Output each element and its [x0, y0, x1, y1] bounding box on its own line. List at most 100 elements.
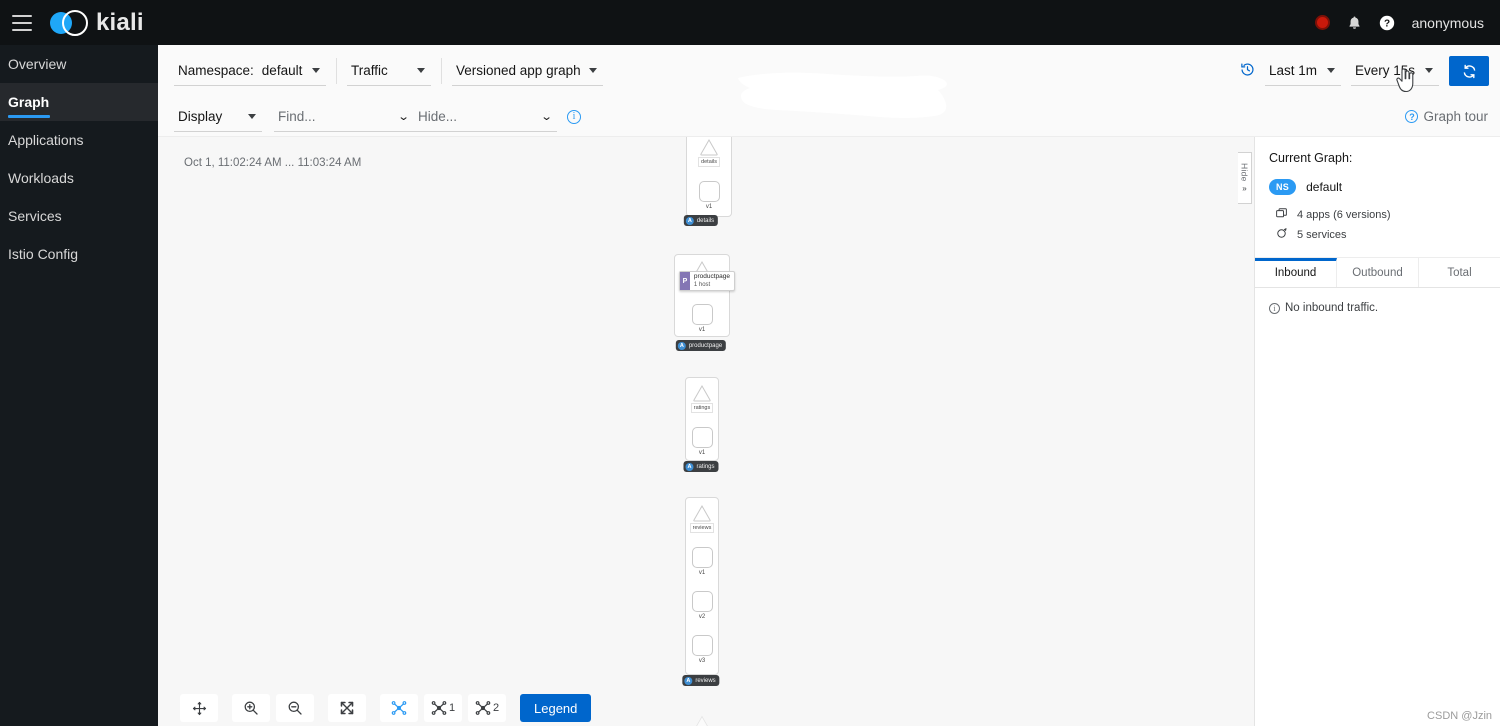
layout-default-icon[interactable] — [380, 694, 418, 722]
chevron-down-icon: ⌄ — [397, 110, 410, 123]
sidebar-nav: Overview Graph Applications Workloads Se… — [0, 45, 158, 726]
kiali-logo-icon — [50, 8, 88, 38]
node-badge-productpage[interactable]: A productpage — [675, 340, 727, 351]
version-box[interactable] — [691, 547, 713, 568]
divider — [441, 58, 442, 84]
zoom-in-icon[interactable] — [232, 694, 270, 722]
tooltip-line-2: 1 host — [693, 282, 711, 288]
graph-toolbar-primary: Namespace: default Traffic Versioned app… — [158, 45, 1500, 97]
version-box[interactable] — [691, 427, 713, 448]
layout-1-icon[interactable]: 1 — [424, 694, 462, 722]
sidebar-item-label: Workloads — [8, 170, 74, 186]
layout-1-count: 1 — [448, 702, 456, 714]
display-select[interactable]: Display — [174, 102, 262, 132]
apps-text: 4 apps (6 versions) — [1297, 209, 1391, 221]
graph-canvas[interactable]: Oct 1, 11:02:24 AM ... 11:03:24 AM detai… — [158, 137, 1254, 726]
find-placeholder: Find... — [278, 108, 316, 124]
layout-2-icon[interactable]: 2 — [468, 694, 506, 722]
bell-icon[interactable] — [1347, 15, 1362, 31]
apps-icon — [1275, 207, 1288, 223]
sidebar-item-graph[interactable]: Graph — [0, 83, 158, 121]
sidebar-item-label: Applications — [8, 132, 84, 148]
chevron-down-icon — [417, 68, 425, 73]
hamburger-icon[interactable] — [12, 14, 32, 31]
node-group-details[interactable]: details v1 — [686, 137, 732, 217]
find-input[interactable]: Find... ⌄ — [274, 102, 414, 132]
graph-tour-link[interactable]: ? Graph tour — [1405, 109, 1500, 124]
sidebar-item-workloads[interactable]: Workloads — [0, 159, 158, 197]
tab-label: Total — [1447, 267, 1472, 279]
sidebar-item-label: Graph — [8, 94, 50, 110]
node-group-partial[interactable] — [691, 715, 713, 726]
sidebar-item-istio-config[interactable]: Istio Config — [0, 235, 158, 273]
panel-title: Current Graph: — [1269, 151, 1353, 165]
app-icon: A — [677, 341, 686, 350]
namespace-row: NS default — [1269, 179, 1486, 195]
node-group-reviews[interactable]: reviews v1 v2 v3 — [685, 497, 719, 675]
refresh-button[interactable] — [1449, 56, 1489, 86]
hide-input[interactable]: Hide... ⌄ — [414, 102, 557, 132]
node-badge-label: reviews — [695, 677, 716, 684]
mouse-cursor — [1396, 68, 1414, 93]
sidebar-item-overview[interactable]: Overview — [0, 45, 158, 83]
namespace-label: Namespace: — [178, 63, 254, 78]
graph-toolbar-secondary: Display Find... ⌄ Hide... ⌄ i ? Graph to… — [158, 97, 1500, 137]
tab-outbound[interactable]: Outbound — [1337, 258, 1419, 287]
brand-label: kiali — [96, 8, 144, 36]
services-stat: 5 services — [1275, 227, 1486, 243]
record-indicator-icon[interactable] — [1314, 15, 1330, 30]
empty-traffic-message: i No inbound traffic. — [1255, 288, 1500, 328]
service-label: reviews — [689, 523, 715, 533]
chevron-down-icon — [1425, 68, 1433, 73]
time-range-label: Last 1m — [1269, 63, 1318, 78]
sidebar-item-applications[interactable]: Applications — [0, 121, 158, 159]
chevron-down-icon — [248, 113, 256, 119]
help-circle-icon[interactable]: ? — [1379, 15, 1395, 31]
node-badge-details[interactable]: A details — [683, 215, 719, 226]
version-label: v3 — [698, 658, 706, 664]
tab-inbound[interactable]: Inbound — [1255, 258, 1337, 287]
sidebar-item-label: Services — [8, 208, 62, 224]
tab-total[interactable]: Total — [1419, 258, 1500, 287]
chevron-down-icon — [312, 68, 320, 73]
graph-side-panel: Current Graph: NS default 4 apps (6 vers… — [1254, 137, 1500, 726]
node-group-productpage[interactable]: v1 — [674, 254, 730, 337]
time-range-select[interactable]: Last 1m — [1265, 56, 1341, 86]
info-circle-icon[interactable]: i — [567, 109, 581, 124]
legend-button[interactable]: Legend — [520, 694, 592, 722]
graph-timestamp: Oct 1, 11:02:24 AM ... 11:03:24 AM — [184, 157, 362, 169]
node-badge-label: productpage — [688, 342, 723, 349]
graph-type-select[interactable]: Versioned app graph — [452, 56, 603, 86]
namespace-select[interactable]: Namespace: default — [174, 56, 326, 86]
node-badge-ratings[interactable]: A ratings — [683, 461, 719, 472]
service-label: ratings — [690, 403, 714, 413]
masthead-actions: ? anonymous — [1314, 15, 1500, 31]
current-graph-card: Current Graph: NS default 4 apps (6 vers… — [1255, 137, 1500, 258]
service-triangle-icon — [691, 384, 713, 402]
version-box[interactable] — [691, 591, 713, 612]
hide-toggle-label: Hide — [1239, 163, 1250, 182]
info-circle-icon: i — [1269, 302, 1280, 314]
hide-placeholder: Hide... — [418, 108, 458, 124]
app-icon: A — [685, 462, 694, 471]
fit-screen-icon[interactable] — [328, 694, 366, 722]
side-panel-hide-toggle[interactable]: Hide » — [1238, 152, 1252, 204]
version-box[interactable] — [698, 181, 720, 202]
pan-icon[interactable] — [180, 694, 218, 722]
history-clock-icon[interactable] — [1240, 62, 1255, 81]
kiali-brand[interactable]: kiali — [50, 8, 144, 38]
version-box[interactable] — [691, 635, 713, 656]
node-group-ratings[interactable]: ratings v1 — [685, 377, 719, 461]
traffic-select[interactable]: Traffic — [347, 56, 431, 86]
user-menu[interactable]: anonymous — [1412, 15, 1484, 31]
sidebar-item-services[interactable]: Services — [0, 197, 158, 235]
version-box[interactable] — [691, 304, 713, 325]
tooltip-tag: P — [680, 272, 690, 290]
graph-tour-label: Graph tour — [1423, 109, 1488, 124]
services-text: 5 services — [1297, 229, 1347, 241]
masthead: kiali ? anonymous — [0, 0, 1500, 45]
tab-label: Inbound — [1274, 267, 1317, 279]
node-badge-reviews[interactable]: A reviews — [682, 675, 720, 686]
empty-message-text: No inbound traffic. — [1285, 302, 1379, 314]
zoom-out-icon[interactable] — [276, 694, 314, 722]
